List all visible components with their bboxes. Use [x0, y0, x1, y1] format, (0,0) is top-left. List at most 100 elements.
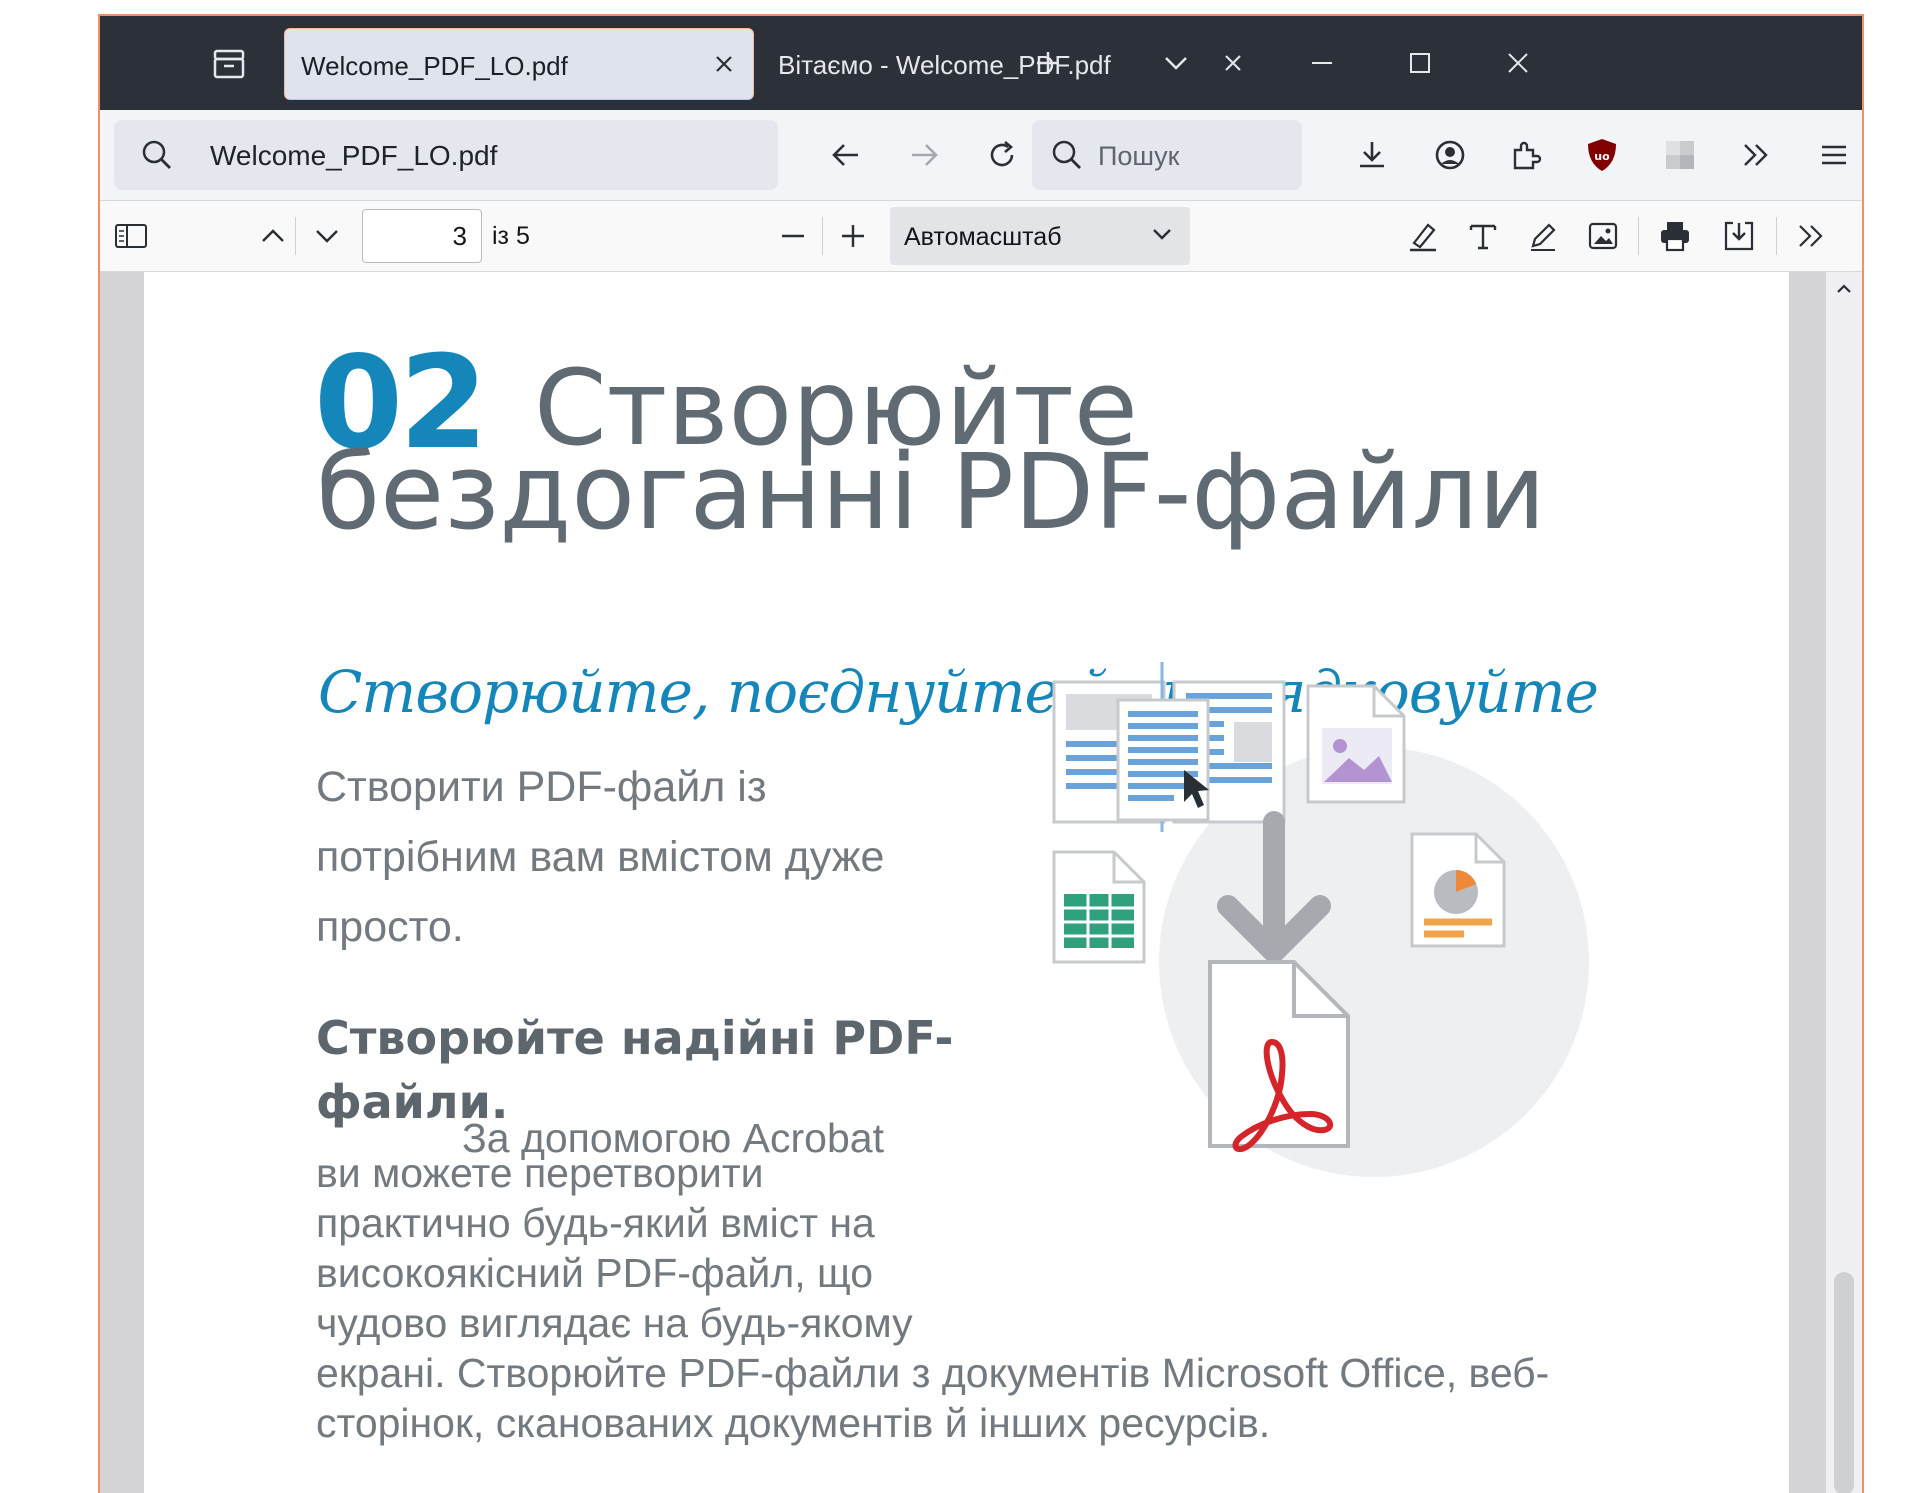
- extension-generic-icon: [1666, 141, 1694, 169]
- body-line: ви можете перетворити: [316, 1150, 764, 1196]
- intro-line: Створити PDF-файл із: [316, 763, 767, 811]
- minus-icon: [782, 234, 804, 238]
- tab-close-button[interactable]: [1216, 46, 1250, 80]
- address-bar[interactable]: Welcome_PDF_LO.pdf: [114, 120, 778, 190]
- image-icon: [1588, 222, 1618, 250]
- intro-line: просто.: [316, 903, 464, 951]
- reload-icon: [990, 141, 1014, 167]
- tab-close-button[interactable]: [707, 47, 741, 81]
- tab-welcome-pdf-lo[interactable]: Welcome_PDF_LO.pdf: [284, 28, 754, 100]
- print-button[interactable]: [1650, 211, 1700, 261]
- list-all-tabs-button[interactable]: [1150, 38, 1202, 88]
- pdf-toolbar: 3 із 5 Автомасштаб: [100, 201, 1862, 272]
- next-page-button[interactable]: [302, 211, 352, 261]
- svg-text:uo: uo: [1594, 150, 1610, 163]
- chevron-down-icon: [316, 230, 338, 243]
- toolbar-separator: [295, 217, 296, 255]
- text-icon: [1469, 224, 1497, 250]
- add-image-button[interactable]: [1578, 211, 1628, 261]
- tab-title: Welcome_PDF_LO.pdf: [301, 51, 568, 81]
- pdf-tools-menu-button[interactable]: [1786, 211, 1836, 261]
- navigation-toolbar: Welcome_PDF_LO.pdf Пошук uo: [100, 110, 1862, 201]
- highlighter-icon: [1410, 223, 1436, 252]
- chevron-up-icon: [1837, 284, 1851, 293]
- scale-select-value: Автомасштаб: [904, 223, 1062, 251]
- back-button[interactable]: [818, 128, 874, 182]
- forward-button[interactable]: [896, 128, 952, 182]
- close-icon: [1508, 53, 1528, 73]
- search-box[interactable]: Пошук: [1032, 120, 1302, 190]
- body-line: чудово виглядає на будь-якому: [316, 1300, 913, 1346]
- highlight-button[interactable]: [1398, 211, 1448, 261]
- arrow-left-icon: [832, 144, 858, 166]
- title-bar: Welcome_PDF_LO.pdf Вітаємо - Welcome_PDF…: [100, 16, 1862, 110]
- chevron-down-icon: [1165, 57, 1187, 70]
- maximize-button[interactable]: [1394, 38, 1446, 88]
- plus-icon: [842, 225, 864, 247]
- page-count-label: із 5: [492, 222, 530, 250]
- tab-list-button[interactable]: [196, 36, 262, 92]
- downloads-button[interactable]: [1344, 128, 1400, 182]
- chevron-down-icon: [1153, 229, 1171, 240]
- minimize-button[interactable]: [1296, 38, 1348, 88]
- extensions-button[interactable]: [1498, 128, 1554, 182]
- save-download-icon: [1724, 221, 1754, 251]
- body-line: сторінок, сканованих документів й інших …: [316, 1400, 1271, 1446]
- printer-icon: [1661, 222, 1689, 252]
- create-pdf-illustration: [1052, 662, 1589, 1177]
- page-title-line2: бездоганні PDF-файли: [316, 431, 1546, 553]
- double-chevron-right-icon: [1799, 225, 1823, 247]
- zoom-out-button[interactable]: [768, 211, 818, 261]
- scrollbar-thumb[interactable]: [1834, 1272, 1854, 1493]
- arrow-right-icon: [912, 144, 938, 166]
- close-window-button[interactable]: [1492, 38, 1544, 88]
- search-placeholder: Пошук: [1098, 141, 1180, 171]
- extension-button[interactable]: [1652, 128, 1708, 182]
- close-icon: [716, 56, 732, 72]
- close-icon: [1225, 55, 1241, 71]
- chart-document-thumbnail: [1410, 832, 1506, 948]
- pdf-page: 02 Створюйте бездоганні PDF-файли Створю…: [144, 272, 1789, 1493]
- image-document-thumbnail: [1306, 684, 1406, 804]
- previous-page-button[interactable]: [248, 211, 298, 261]
- bold-heading: Створюйте надійні PDF-файли.: [316, 1011, 954, 1129]
- zoom-in-button[interactable]: [828, 211, 878, 261]
- account-icon: [1435, 140, 1465, 170]
- hamburger-menu-icon: [1822, 145, 1846, 165]
- minimize-icon: [1312, 62, 1332, 64]
- pdf-viewer[interactable]: 02 Створюйте бездоганні PDF-файли Створю…: [100, 272, 1862, 1493]
- app-menu-button[interactable]: [1806, 128, 1862, 182]
- body-line: екрані. Створюйте PDF-файли з документів…: [316, 1350, 1550, 1396]
- body-line: практично будь-який вміст на: [316, 1200, 875, 1246]
- puzzle-icon: [1513, 141, 1542, 170]
- intro-paragraph: Створити PDF-файл із потрібним вам вміст…: [316, 752, 1016, 962]
- plus-icon: [1037, 52, 1059, 74]
- tab-groups-icon: [213, 49, 245, 79]
- pencil-icon: [1531, 223, 1556, 251]
- body-line: високоякісний PDF-файл, що: [316, 1250, 874, 1296]
- toolbar-separator: [1776, 217, 1777, 255]
- search-icon: [1052, 140, 1081, 169]
- new-tab-button[interactable]: [1022, 38, 1074, 88]
- intro-line: потрібним вам вмістом дуже: [316, 833, 885, 881]
- vertical-scrollbar[interactable]: [1826, 272, 1862, 1493]
- save-button[interactable]: [1714, 211, 1764, 261]
- add-text-button[interactable]: [1458, 211, 1508, 261]
- download-icon: [1360, 142, 1384, 168]
- draw-button[interactable]: [1518, 211, 1568, 261]
- scale-select[interactable]: Автомасштаб: [890, 207, 1190, 265]
- account-button[interactable]: [1422, 128, 1478, 182]
- search-icon: [142, 140, 171, 169]
- browser-window: Welcome_PDF_LO.pdf Вітаємо - Welcome_PDF…: [98, 14, 1864, 1493]
- toggle-sidebar-button[interactable]: [106, 211, 156, 261]
- page-number-input[interactable]: 3: [362, 209, 482, 263]
- chevron-up-icon: [262, 229, 284, 242]
- ublock-button[interactable]: uo: [1574, 128, 1630, 182]
- overflow-menu-button[interactable]: [1728, 128, 1784, 182]
- toolbar-separator: [1638, 217, 1639, 255]
- url-text: Welcome_PDF_LO.pdf: [210, 140, 498, 171]
- double-chevron-right-icon: [1744, 144, 1768, 166]
- sidebar-toggle-icon: [115, 224, 147, 248]
- reload-button[interactable]: [974, 128, 1030, 182]
- spreadsheet-document-thumbnail: [1052, 850, 1146, 964]
